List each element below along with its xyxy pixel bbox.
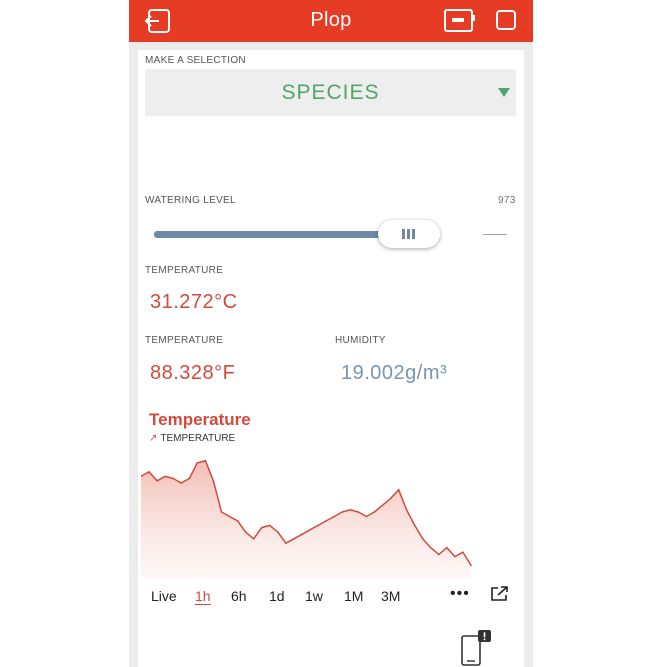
- chart-point: [236, 520, 239, 522]
- dashboard-content: MAKE A SELECTION SPECIES WATERING LEVEL …: [138, 50, 524, 667]
- chart-point: [397, 488, 400, 491]
- chart-point: [365, 515, 368, 518]
- watering-level-value: 973: [498, 195, 516, 206]
- range-1w[interactable]: 1w: [305, 588, 323, 604]
- temperature-f-label: TEMPERATURE: [145, 335, 224, 346]
- device-button[interactable]: [444, 9, 476, 33]
- watering-slider-rest: [483, 234, 507, 235]
- range-1h[interactable]: 1h: [195, 588, 211, 605]
- chart-point: [260, 526, 263, 529]
- chart-point: [212, 480, 215, 482]
- chart-point: [349, 509, 352, 511]
- legend-label: TEMPERATURE: [160, 433, 236, 444]
- chart-point: [462, 551, 464, 553]
- chart-point: [220, 511, 223, 513]
- device-icon: [444, 9, 475, 32]
- chart-legend: ↗ TEMPERATURE: [149, 433, 235, 444]
- chart-point: [421, 538, 424, 540]
- chart-point: [285, 542, 287, 544]
- chart-point: [381, 504, 384, 507]
- chart-point: [309, 529, 311, 531]
- chart-point: [341, 511, 343, 513]
- chart-point: [188, 477, 191, 480]
- temperature-chart[interactable]: [141, 448, 476, 578]
- chart-point: [244, 531, 247, 533]
- chart-point: [164, 475, 166, 478]
- export-button[interactable]: [490, 586, 509, 602]
- chart-point: [333, 515, 335, 518]
- temperature-c-label: TEMPERATURE: [145, 265, 224, 276]
- range-1d[interactable]: 1d: [269, 588, 285, 604]
- temperature-f-value: 88.328°F: [150, 362, 236, 384]
- species-dropdown[interactable]: SPECIES: [145, 69, 516, 116]
- chart-point: [228, 515, 231, 518]
- chart-point: [301, 533, 303, 536]
- dropdown-value: SPECIES: [281, 81, 380, 104]
- square-button[interactable]: [495, 9, 517, 31]
- chart-point: [277, 531, 279, 533]
- chart-point: [454, 555, 456, 558]
- selection-label: MAKE A SELECTION: [145, 55, 246, 66]
- chart-point: [373, 511, 376, 513]
- square-icon: [496, 10, 516, 30]
- more-button[interactable]: •••: [450, 585, 470, 603]
- chart-point: [430, 546, 432, 549]
- chart-point: [180, 482, 182, 484]
- chart-point: [413, 524, 416, 527]
- chart-point: [357, 511, 360, 513]
- chart-point: [172, 477, 174, 480]
- chart-point: [317, 524, 319, 527]
- phone-screen: Plop MAKE A SELECTION SPECIES WATERING L…: [129, 0, 533, 667]
- chart-point: [405, 509, 408, 511]
- range-1m[interactable]: 1M: [344, 588, 363, 604]
- chart-point: [156, 480, 158, 482]
- chart-point: [389, 497, 392, 500]
- chart-title: Temperature: [149, 410, 251, 429]
- external-link-icon: [491, 586, 508, 601]
- grip-line: [412, 229, 415, 239]
- chart-point: [252, 538, 255, 540]
- top-bar: Plop: [129, 0, 533, 42]
- chart-point: [196, 462, 199, 464]
- watering-slider-thumb[interactable]: [378, 220, 440, 248]
- chart-point: [438, 553, 440, 556]
- chart-point: [325, 520, 327, 522]
- range-3m[interactable]: 3M: [381, 588, 400, 604]
- humidity-value: 19.002g/m³: [341, 362, 448, 384]
- caret-down-icon: [498, 88, 510, 97]
- chart-point: [204, 459, 207, 462]
- phone-alert-icon: [461, 630, 491, 666]
- chart-point: [470, 564, 472, 567]
- chart-point: [148, 471, 150, 473]
- watering-level-label: WATERING LEVEL: [145, 195, 236, 206]
- device-notification-button[interactable]: [460, 630, 492, 666]
- humidity-label: HUMIDITY: [335, 335, 386, 346]
- watering-slider-track[interactable]: [154, 231, 406, 238]
- chart-area-fill: [141, 460, 471, 578]
- grip-line: [402, 229, 405, 239]
- chart-point: [446, 546, 448, 549]
- range-live[interactable]: Live: [151, 588, 177, 604]
- grip-line: [407, 229, 410, 239]
- chart-point: [269, 524, 271, 527]
- legend-line-icon: ↗: [149, 433, 158, 444]
- range-6h[interactable]: 6h: [231, 588, 247, 604]
- temperature-c-value: 31.272°C: [150, 291, 238, 313]
- chart-point: [293, 538, 295, 540]
